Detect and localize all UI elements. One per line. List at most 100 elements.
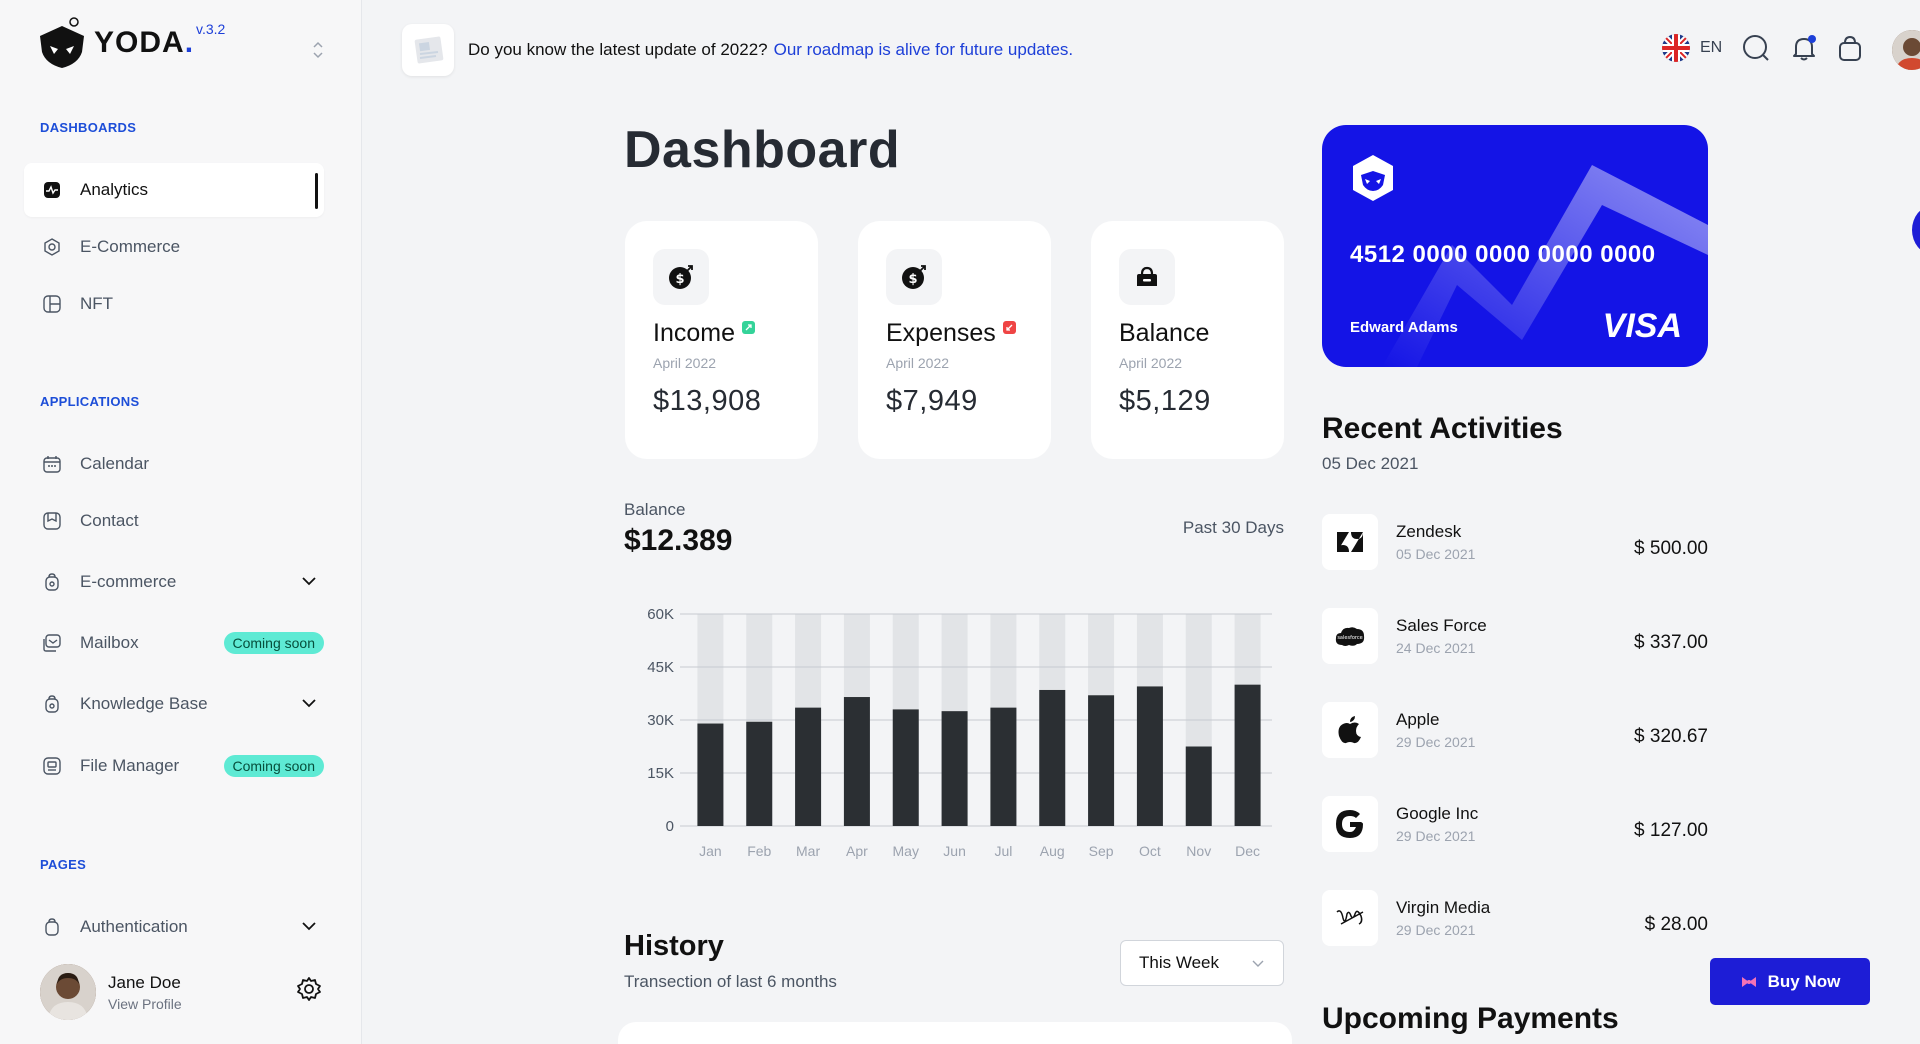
avatar[interactable] (1892, 30, 1920, 70)
page-title: Dashboard (624, 121, 901, 179)
buy-now-label: Buy Now (1767, 971, 1841, 991)
activity-name: Apple (1396, 710, 1440, 729)
x-tick-label: Nov (1186, 843, 1211, 859)
bell-icon[interactable] (1790, 34, 1818, 67)
sidebar-item-label: NFT (80, 294, 114, 313)
activity-date: 24 Dec 2021 (1396, 640, 1476, 656)
sidebar-item-label: E-Commerce (80, 237, 181, 256)
sidebar-item-contact[interactable]: Contact (24, 494, 324, 548)
app-version: v.3.2 (196, 21, 226, 37)
chevron-down-icon (300, 917, 318, 937)
settings-gear-icon[interactable] (296, 976, 322, 1007)
activity-item[interactable]: Google Inc 29 Dec 2021 $ 127.00 (1322, 796, 1708, 854)
sidebar: YODA. v.3.2 DASHBOARDS Analytics E-Comme… (0, 0, 362, 1044)
card-logo-icon (1350, 153, 1396, 208)
sidebar-item-label: File Manager (80, 756, 180, 775)
language-selector[interactable]: EN (1662, 34, 1722, 62)
y-tick-label: 0 (666, 818, 674, 835)
stat-date: April 2022 (653, 355, 717, 371)
sidebar-item-knowledge-base[interactable]: Knowledge Base (24, 677, 324, 731)
app-name: YODA. (94, 26, 195, 59)
activity-date: 29 Dec 2021 (1396, 734, 1476, 750)
y-tick-label: 60K (647, 606, 674, 623)
view-profile-link[interactable]: View Profile (108, 996, 182, 1012)
app-logo[interactable]: YODA. v.3.2 (38, 16, 225, 70)
expenses-icon: $ (886, 249, 942, 305)
search-icon[interactable] (1742, 34, 1770, 67)
sidebar-item-label: Contact (80, 511, 139, 530)
user-profile[interactable]: Jane Doe View Profile (40, 964, 182, 1020)
balance-card[interactable]: Balance April 2022 $5,129 (1091, 221, 1284, 459)
contact-icon (42, 511, 62, 531)
history-title: History (624, 930, 724, 962)
balance-bar-chart: 0 15K 30K 45K 60K Jan Feb Mar Apr May Jun Jul Aug Sep… (647, 606, 1272, 859)
income-card[interactable]: $ Income April 2022 $13,908 (625, 221, 818, 459)
y-tick-label: 15K (647, 765, 674, 782)
x-tick-label: Oct (1139, 843, 1161, 859)
period-select[interactable]: This Week (1120, 940, 1284, 986)
x-tick-label: Apr (846, 843, 868, 859)
activity-item[interactable]: Apple 29 Dec 2021 $ 320.67 (1322, 702, 1708, 760)
section-pages: PAGES (40, 857, 87, 872)
sidebar-item-label: Knowledge Base (80, 694, 208, 713)
stat-value: $5,129 (1119, 385, 1211, 417)
section-applications: APPLICATIONS (40, 394, 140, 409)
salesforce-icon: salesforce (1322, 608, 1378, 664)
zendesk-icon (1322, 514, 1378, 570)
sidebar-item-ecommerce[interactable]: E-Commerce (24, 220, 324, 274)
workspace-switch-icon[interactable] (312, 40, 324, 60)
google-icon (1322, 796, 1378, 852)
balance-value: $12.389 (624, 524, 733, 557)
sidebar-item-mailbox[interactable]: Mailbox Coming soon (24, 616, 324, 670)
activity-item[interactable]: Zendesk 05 Dec 2021 $ 500.00 (1322, 514, 1708, 572)
data-bar (1088, 695, 1115, 826)
credit-card[interactable]: 4512 0000 0000 0000 0000 Edward Adams VI… (1322, 125, 1708, 367)
buy-now-button[interactable]: Buy Now (1710, 958, 1870, 1005)
stat-value: $7,949 (886, 385, 978, 417)
data-bar (843, 697, 870, 826)
sidebar-item-authentication[interactable]: Authentication (24, 900, 324, 954)
data-bar (746, 721, 773, 826)
activity-item[interactable]: salesforce Sales Force 24 Dec 2021 $ 337… (1322, 608, 1708, 666)
activity-date: 05 Dec 2021 (1396, 546, 1476, 562)
sidebar-item-nft[interactable]: NFT (24, 277, 324, 331)
trend-down-icon (1002, 321, 1016, 334)
svg-text:$: $ (908, 272, 917, 287)
y-tick-label: 30K (647, 712, 674, 729)
activity-amount: $ 337.00 (1634, 632, 1708, 653)
data-bar (1234, 684, 1261, 826)
knowledge-base-icon (42, 694, 62, 714)
coming-soon-badge: Coming soon (223, 632, 324, 654)
activity-name: Zendesk (1396, 522, 1462, 541)
roadmap-link[interactable]: Our roadmap is alive for future updates. (774, 40, 1074, 59)
y-tick-label: 45K (647, 659, 674, 676)
x-tick-label: Mar (796, 843, 820, 859)
recent-activities-title: Recent Activities (1322, 412, 1563, 445)
avatar (40, 964, 96, 1020)
ribbon-icon (1740, 975, 1758, 989)
customizer-toggle[interactable] (1912, 206, 1920, 254)
shopping-bag-icon[interactable] (1838, 34, 1862, 67)
date-range-selector[interactable]: Past 30 Days (1140, 518, 1284, 538)
analytics-icon (42, 180, 62, 200)
top-bar: Do you know the latest update of 2022? Ou… (362, 0, 1920, 100)
stat-date: April 2022 (1119, 355, 1183, 371)
update-notice: Do you know the latest update of 2022? Ou… (468, 40, 1074, 59)
sidebar-item-file-manager[interactable]: File Manager Coming soon (24, 739, 324, 793)
activity-item[interactable]: Virgin Media 29 Dec 2021 $ 28.00 (1322, 890, 1708, 948)
history-subtitle: Transection of last 6 months (624, 972, 837, 991)
sidebar-item-analytics[interactable]: Analytics (24, 163, 324, 217)
sidebar-item-calendar[interactable]: Calendar (24, 437, 324, 491)
virgin-icon (1322, 890, 1378, 946)
expenses-card[interactable]: $ Expenses April 2022 $7,949 (858, 221, 1051, 459)
mailbox-icon (42, 633, 62, 653)
uk-flag-icon (1662, 34, 1690, 62)
yoda-logo-icon (38, 16, 86, 70)
coming-soon-badge: Coming soon (223, 755, 324, 777)
chevron-down-icon (300, 572, 318, 592)
chevron-down-icon (1251, 953, 1265, 973)
wallet-icon (1119, 249, 1175, 305)
sidebar-item-ecommerce-app[interactable]: E-commerce (24, 555, 324, 609)
stat-name: Expenses (886, 319, 1016, 348)
data-bar (795, 707, 822, 826)
